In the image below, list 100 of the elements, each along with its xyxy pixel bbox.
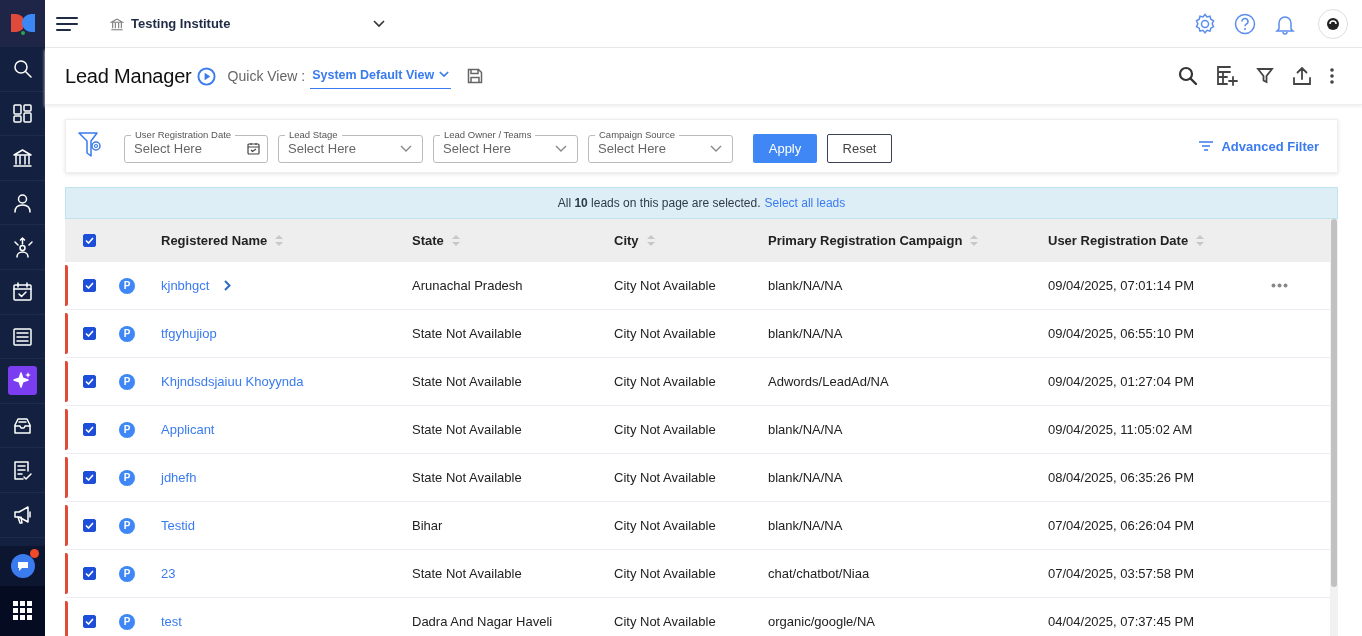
column-header[interactable]: Registered Name (161, 233, 268, 248)
scrollbar[interactable] (1330, 219, 1338, 636)
table-cell: Arunachal Pradesh (412, 278, 523, 293)
lead-name-link[interactable]: kjnbhgct (161, 278, 210, 293)
chevron-down-icon (555, 144, 567, 153)
lead-name-link[interactable]: Testid (161, 518, 195, 533)
quick-view-dropdown[interactable]: System Default View (310, 63, 452, 89)
table-cell: State Not Available (412, 470, 522, 485)
column-header[interactable]: State (412, 233, 444, 248)
chevron-down-icon (400, 144, 412, 153)
search-icon[interactable] (1178, 66, 1198, 86)
row-marker (65, 313, 68, 354)
settings-icon[interactable] (1194, 12, 1216, 35)
row-marker (65, 409, 68, 450)
user-logo-icon (1326, 16, 1340, 31)
inbox-icon (12, 415, 33, 437)
table-cell: City Not Available (614, 374, 716, 389)
more-horizontal-icon[interactable] (1270, 283, 1288, 288)
upload-icon[interactable] (1292, 66, 1312, 86)
priority-badge: P (119, 373, 135, 390)
row-marker (65, 457, 68, 498)
table-cell: chat/chatbot/Niaa (768, 566, 870, 581)
table-row[interactable]: P test Dadra And Nagar Haveli City Not Available organic/google/NA 04/04/2025, 07:37:45 PM (65, 598, 1330, 636)
more-vertical-icon[interactable] (1330, 68, 1334, 84)
lead-name-link[interactable]: Khjndsdsjaiuu Khoyynda (161, 374, 304, 389)
table-row[interactable]: P jdhefh State Not Available City Not Available blank/NA/NA 08/04/2025, 06:35:26 PM (65, 454, 1330, 502)
lead-name-link[interactable]: Applicant (161, 422, 215, 437)
table-cell: City Not Available (614, 278, 716, 293)
calendar-icon (247, 142, 260, 155)
checkbox[interactable] (82, 615, 96, 628)
priority-badge: P (119, 325, 135, 342)
filter-icon[interactable] (1256, 67, 1274, 85)
apply-button[interactable]: Apply (753, 134, 817, 163)
priority-badge: P (119, 469, 135, 486)
table-cell: 09/04/2025, 11:05:02 AM (1048, 422, 1193, 437)
sparkle-icon (8, 366, 37, 396)
table-row[interactable]: P Testid Bihar City Not Available blank/NA/NA 07/04/2025, 06:26:04 PM (65, 502, 1330, 550)
institute-selector[interactable]: Testing Institute (110, 16, 385, 31)
newspaper-icon (12, 325, 33, 347)
table-cell: 07/04/2025, 03:57:58 PM (1048, 566, 1194, 581)
checkbox[interactable] (82, 519, 96, 532)
row-marker (65, 361, 68, 402)
column-header[interactable]: Primary Registration Campaign (768, 233, 963, 248)
quick-view-label: Quick View : (227, 68, 306, 84)
chevron-down-icon (439, 71, 450, 78)
chevron-down-icon (710, 144, 722, 153)
table-cell: 09/04/2025, 01:27:04 PM (1048, 374, 1194, 389)
checkbox[interactable] (82, 423, 96, 436)
institution-icon (110, 16, 124, 31)
table-cell: City Not Available (614, 470, 716, 485)
row-marker (65, 265, 68, 306)
play-circle-icon[interactable] (196, 66, 216, 86)
apps-grid-icon[interactable] (12, 600, 33, 621)
table-row[interactable]: P Applicant State Not Available City Not Available blank/NA/NA 09/04/2025, 11:05:02 AM (65, 406, 1330, 454)
table-cell: Dadra And Nagar Haveli (412, 614, 553, 629)
priority-badge: P (119, 613, 135, 630)
priority-badge: P (119, 565, 135, 582)
chevron-right-icon[interactable] (224, 280, 232, 291)
table-cell: organic/google/NA (768, 614, 875, 629)
priority-badge: P (119, 517, 135, 534)
reset-button[interactable]: Reset (827, 134, 892, 163)
checkbox[interactable] (82, 375, 96, 388)
table-cell: blank/NA/NA (768, 278, 843, 293)
table-row[interactable]: P tfgyhujiop State Not Available City Not Available blank/NA/NA 09/04/2025, 06:55:10 PM (65, 310, 1330, 358)
filter-lines-icon (1199, 141, 1214, 151)
checkbox[interactable] (82, 327, 96, 340)
institution-icon (12, 147, 33, 169)
chat-icon (16, 559, 29, 572)
lead-name-link[interactable]: jdhefh (161, 470, 197, 485)
checkbox[interactable] (82, 567, 96, 580)
table-cell: City Not Available (614, 614, 716, 629)
row-marker (65, 553, 68, 594)
table-cell: 09/04/2025, 06:55:10 PM (1048, 326, 1194, 341)
table-row[interactable]: P 23 State Not Available City Not Available chat/chatbot/Niaa 07/04/2025, 03:57:58 PM (65, 550, 1330, 598)
table-cell: blank/NA/NA (768, 326, 843, 341)
save-icon[interactable] (467, 68, 484, 84)
table-cell: 09/04/2025, 07:01:14 PM (1048, 278, 1194, 293)
person-arrows-icon (12, 236, 33, 258)
dashboard-icon (12, 102, 33, 124)
lead-name-link[interactable]: test (161, 614, 182, 629)
table-cell: 04/04/2025, 07:37:45 PM (1048, 614, 1194, 629)
table-cell: City Not Available (614, 326, 716, 341)
checkbox[interactable] (82, 471, 96, 484)
lead-name-link[interactable]: 23 (161, 566, 176, 581)
table-row[interactable]: P kjnbhgct Arunachal Pradesh City Not Available blank/NA/NA 09/04/2025, 07:01:14 PM (65, 262, 1330, 310)
priority-badge: P (119, 421, 135, 438)
menu-icon[interactable] (56, 15, 78, 32)
table-cell: Bihar (412, 518, 443, 533)
add-column-icon[interactable] (1216, 65, 1238, 87)
checkbox[interactable] (82, 279, 96, 292)
table-cell: City Not Available (614, 422, 716, 437)
advanced-filter-link[interactable]: Advanced Filter (1199, 138, 1325, 154)
lead-name-link[interactable]: tfgyhujiop (161, 326, 217, 341)
column-header[interactable]: User Registration Date (1048, 233, 1189, 248)
column-header[interactable]: City (614, 233, 639, 248)
selection-message: All 10 leads on this page are selected. (557, 196, 761, 210)
table-cell: City Not Available (614, 566, 716, 581)
help-icon[interactable] (1234, 12, 1256, 35)
checkbox[interactable] (82, 234, 96, 247)
table-row[interactable]: P Khjndsdsjaiuu Khoyynda State Not Available City Not Available Adwords/LeadAd/NA 09/04/2025, 01:27:04 PM (65, 358, 1330, 406)
